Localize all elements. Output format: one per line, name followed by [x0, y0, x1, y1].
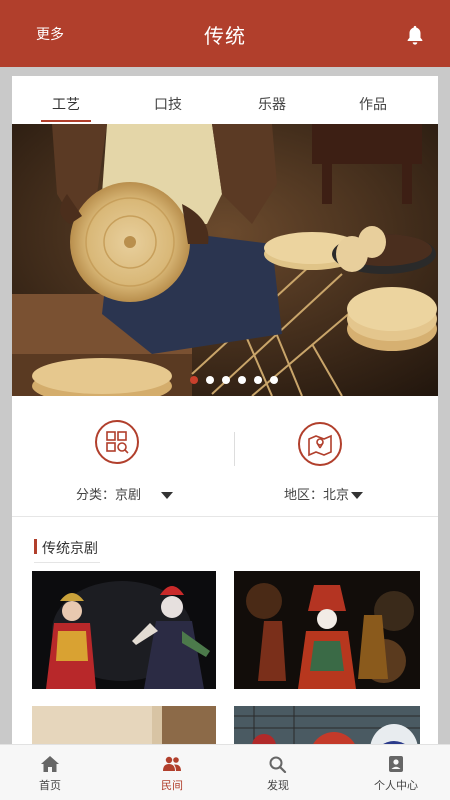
people-icon: [163, 756, 181, 771]
opera-thumbnail[interactable]: [32, 571, 216, 689]
tab-vocal-mimicry[interactable]: 口技: [128, 94, 208, 114]
section-title: 传统京剧: [42, 541, 98, 557]
carousel-dot[interactable]: [222, 376, 230, 384]
grid-search-icon: [106, 431, 129, 454]
carousel-dot[interactable]: [190, 376, 198, 384]
tab-profile[interactable]: 个人中心: [340, 745, 450, 800]
tab-works[interactable]: 作品: [333, 94, 413, 114]
bottom-tab-bar: 首页 民间 发现 个人中心: [0, 744, 450, 800]
section-underline: [34, 562, 100, 563]
banner-image: [12, 124, 438, 396]
category-filter-button[interactable]: [95, 420, 139, 464]
page-title: 传统: [204, 24, 246, 48]
home-icon: [41, 756, 59, 772]
category-filter-label: 分类：京剧: [76, 488, 142, 503]
opera-performers-image: [32, 571, 216, 689]
tab-home-label: 首页: [39, 779, 61, 792]
section-accent-bar: [34, 539, 37, 554]
bell-icon[interactable]: [404, 24, 426, 46]
app-header: 更多 传统: [0, 0, 450, 67]
person-badge-icon: [389, 756, 403, 772]
filter-panel: 分类：京剧 地区：北京: [12, 398, 438, 516]
tab-home[interactable]: 首页: [0, 745, 106, 800]
tab-craft[interactable]: 工艺: [26, 94, 106, 114]
region-filter-dropdown[interactable]: 地区：北京: [284, 484, 364, 503]
region-filter-button[interactable]: [298, 422, 342, 466]
map-pin-icon: [308, 434, 332, 457]
category-tabs: 工艺 口技 乐器 作品: [12, 76, 438, 124]
chevron-down-icon: [351, 492, 364, 499]
search-icon: [269, 756, 287, 773]
tab-discover[interactable]: 发现: [222, 745, 334, 800]
carousel-dot[interactable]: [206, 376, 214, 384]
carousel-dot[interactable]: [270, 376, 278, 384]
carousel-dot[interactable]: [238, 376, 246, 384]
opera-puppets-image: [234, 571, 420, 689]
region-filter-label: 地区：北京: [284, 488, 350, 503]
tab-folk[interactable]: 民间: [116, 745, 228, 800]
category-filter-dropdown[interactable]: 分类：京剧: [76, 484, 174, 503]
opera-thumbnail[interactable]: [234, 571, 420, 689]
tab-discover-label: 发现: [267, 779, 289, 792]
tab-folk-label: 民间: [161, 779, 183, 792]
tab-instruments[interactable]: 乐器: [232, 94, 312, 114]
chevron-down-icon: [161, 492, 174, 499]
banner-carousel[interactable]: [12, 124, 438, 396]
content-card: 工艺 口技 乐器 作品 分类：京剧 地区：北京 传统京剧: [12, 76, 438, 756]
carousel-dot[interactable]: [254, 376, 262, 384]
filter-divider: [234, 432, 235, 466]
section-divider: [12, 516, 438, 517]
tab-profile-label: 个人中心: [374, 779, 418, 792]
tab-underline: [41, 120, 91, 122]
